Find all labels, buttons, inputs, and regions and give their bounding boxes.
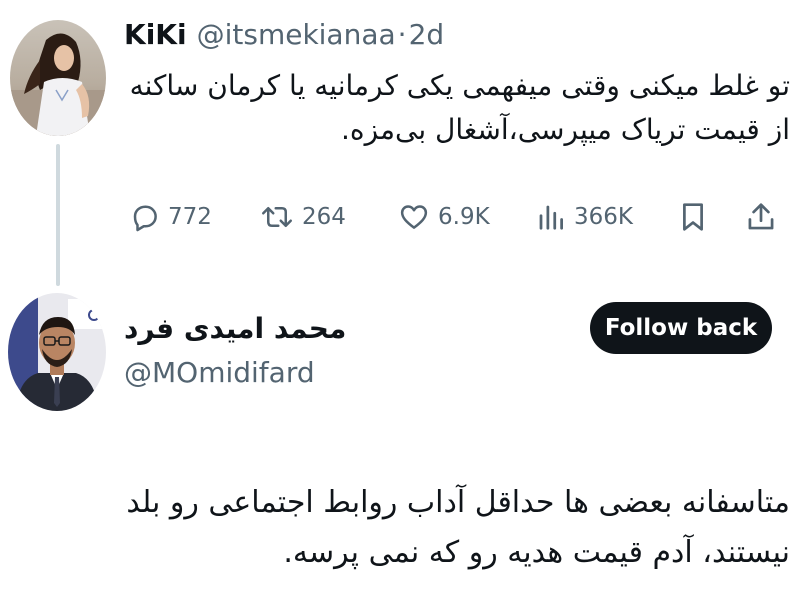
reply-user-handle[interactable]: @MOmidifard — [124, 356, 315, 389]
bookmark-button[interactable] — [678, 192, 708, 242]
like-button[interactable]: 6.9K — [398, 192, 490, 242]
like-icon — [400, 205, 428, 229]
retweet-icon — [262, 207, 292, 227]
reply-user-display-name[interactable]: محمد امیدی فرد — [124, 312, 346, 345]
omidifard-avatar-image — [8, 293, 106, 411]
share-icon — [748, 203, 774, 230]
tweet-text-line: از قیمت تریاک میپرسی،آشغال بی‌مزه. — [341, 113, 790, 146]
omidifard-avatar[interactable] — [8, 293, 106, 411]
retweet-count: 264 — [302, 204, 346, 230]
reply-text-line: نیستند، آدم قیمت هدیه رو که نمی پرسه. — [283, 535, 790, 570]
bookmark-icon — [683, 203, 703, 231]
reply-count: 772 — [168, 204, 212, 230]
reply-text-line: متاسفانه بعضی ها حداقل آداب روابط اجتماع… — [126, 485, 790, 520]
author-handle[interactable]: @itsmekianaa — [197, 18, 396, 51]
tweet-header: KiKi @itsmekianaa · 2d — [124, 18, 444, 58]
kiki-avatar-image — [10, 20, 106, 136]
header-separator: · — [397, 18, 407, 51]
tweet-timestamp[interactable]: 2d — [409, 18, 445, 51]
like-count: 6.9K — [438, 204, 490, 230]
reply-button[interactable]: 772 — [130, 192, 212, 242]
views-count: 366K — [574, 204, 633, 230]
author-display-name[interactable]: KiKi — [124, 18, 187, 51]
reply-text: متاسفانه بعضی ها حداقل آداب روابط اجتماع… — [20, 478, 790, 578]
reply-icon — [133, 205, 157, 232]
tweet-text: تو غلط میکنی وقتی میفهمی یکی کرمانیه یا … — [124, 64, 790, 152]
kiki-avatar[interactable] — [10, 20, 106, 136]
thread-connector-line — [56, 144, 60, 286]
views-icon — [539, 205, 563, 230]
tweet-text-line: تو غلط میکنی وقتی میفهمی یکی کرمانیه یا … — [129, 69, 790, 102]
share-button[interactable] — [746, 192, 776, 242]
tweet-action-bar: 772 264 6.9K 366K — [124, 192, 784, 242]
views-button[interactable]: 366K — [536, 192, 633, 242]
retweet-button[interactable]: 264 — [260, 192, 346, 242]
follow-back-button[interactable]: Follow back — [590, 302, 772, 354]
